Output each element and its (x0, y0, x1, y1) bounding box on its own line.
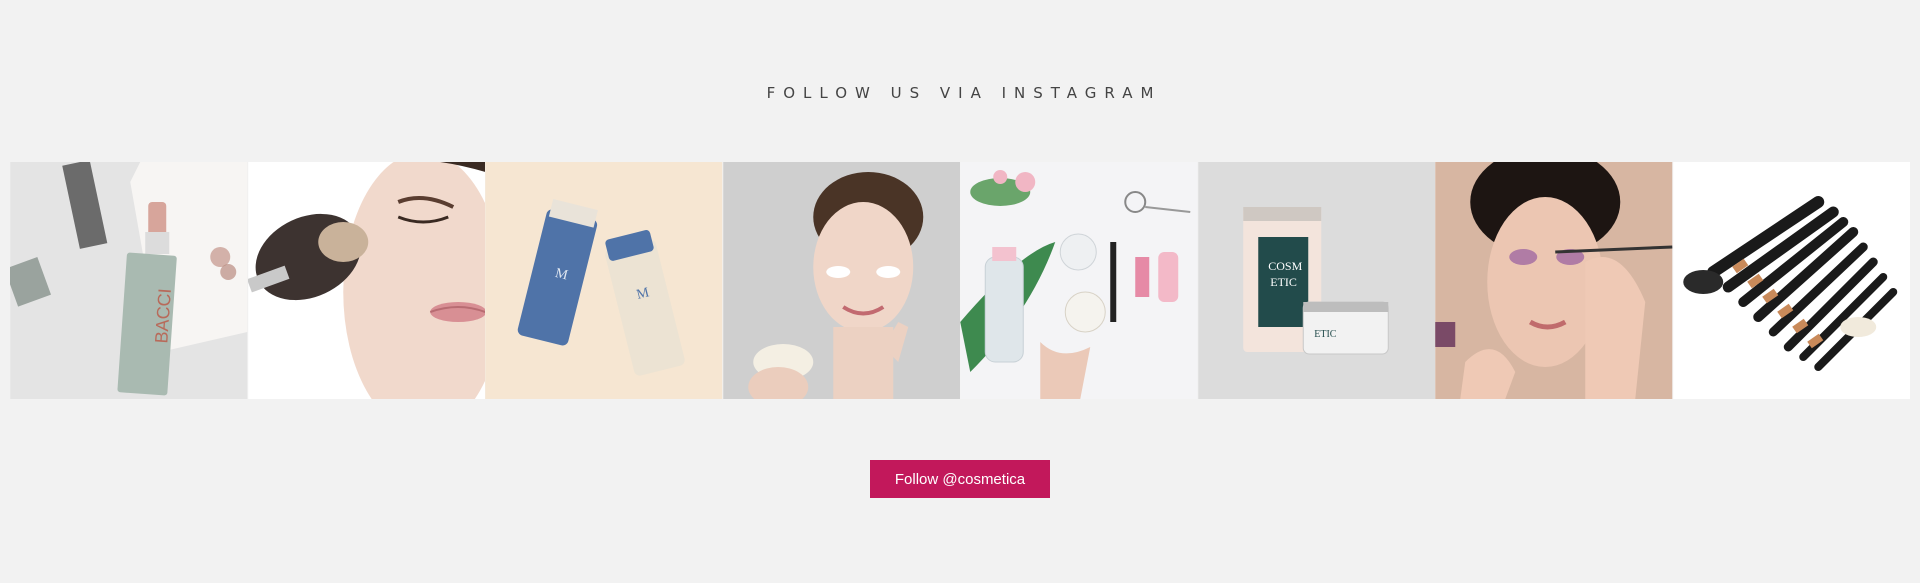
cream-tubes-image: M M (485, 162, 723, 399)
instagram-photo-face-cream[interactable] (722, 162, 961, 399)
instagram-photo-eye-makeup[interactable] (1435, 162, 1673, 399)
small-jar-label: ETIC (1314, 329, 1337, 340)
jar-label-bottom: ETIC (1270, 275, 1297, 289)
section-heading: FOLLOW US VIA INSTAGRAM (766, 84, 1162, 102)
jar-label-top: COSM (1268, 259, 1302, 273)
instagram-photo-powder-brush[interactable] (247, 162, 485, 399)
cosmetic-jars-image: COSM ETIC ETIC (1197, 162, 1435, 399)
instagram-photo-brushes[interactable] (1672, 162, 1911, 399)
makeup-brushes-image (1672, 162, 1910, 399)
instagram-photo-jars[interactable]: COSM ETIC ETIC (1197, 162, 1436, 399)
follow-instagram-button[interactable]: Follow @cosmetica (870, 460, 1050, 498)
eye-makeup-image (1435, 162, 1673, 399)
lipstick-image: BACCI (10, 162, 248, 399)
instagram-photo-flatlay[interactable] (960, 162, 1198, 399)
instagram-photo-lipstick[interactable]: BACCI (10, 162, 248, 399)
flatlay-image (960, 162, 1198, 399)
instagram-photo-cream-tubes[interactable]: M M (485, 162, 723, 399)
face-brush-image (247, 162, 485, 399)
lipstick-label: BACCI (151, 288, 175, 344)
instagram-gallery: BACCI M M COSM ETIC ETIC (10, 162, 1910, 399)
woman-cream-image (722, 162, 960, 399)
